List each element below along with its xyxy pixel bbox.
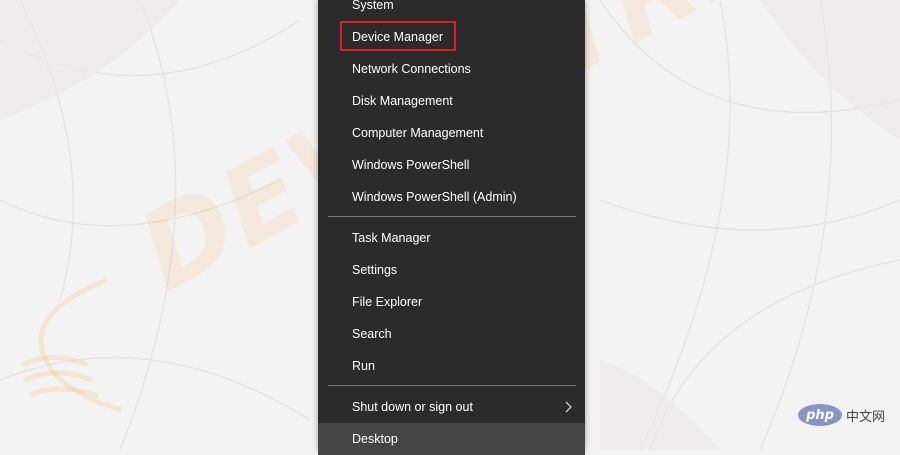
menu-item-label: Desktop <box>352 432 398 446</box>
menu-item-label: Settings <box>352 263 398 277</box>
menu-item-label: Search <box>352 327 392 341</box>
menu-item-label: Windows PowerShell (Admin) <box>352 190 517 204</box>
menu-item-label: Disk Management <box>352 94 453 108</box>
menu-item-system[interactable]: System <box>318 0 585 21</box>
menu-item-label: Computer Management <box>352 126 484 140</box>
php-site-text: 中文网 <box>846 409 886 425</box>
menu-item-label: Task Manager <box>352 231 431 245</box>
menu-separator <box>328 385 576 386</box>
menu-item-label: Network Connections <box>352 62 471 76</box>
menu-item-file-explorer[interactable]: File Explorer <box>318 286 585 318</box>
menu-item-settings[interactable]: Settings <box>318 254 585 286</box>
menu-item-shut-down-or-sign-out[interactable]: Shut down or sign out <box>318 391 585 423</box>
menu-item-label: Shut down or sign out <box>352 400 473 414</box>
menu-item-device-manager[interactable]: Device Manager <box>318 21 585 53</box>
php-cn-badge[interactable]: php 中文网 <box>798 402 893 428</box>
menu-item-search[interactable]: Search <box>318 318 585 350</box>
menu-item-label: System <box>352 0 394 12</box>
menu-item-windows-powershell-admin[interactable]: Windows PowerShell (Admin) <box>318 181 585 213</box>
menu-item-run[interactable]: Run <box>318 350 585 382</box>
watermark-globe-logo <box>20 277 123 413</box>
menu-item-desktop[interactable]: Desktop <box>318 423 585 455</box>
menu-item-disk-management[interactable]: Disk Management <box>318 85 585 117</box>
menu-item-task-manager[interactable]: Task Manager <box>318 222 585 254</box>
php-logo: php <box>798 404 842 426</box>
menu-item-label: Run <box>352 359 375 373</box>
winx-context-menu: System Device Manager Network Connection… <box>318 0 585 455</box>
chevron-right-icon <box>565 401 572 413</box>
menu-item-label: File Explorer <box>352 295 423 309</box>
menu-item-label: Device Manager <box>352 30 444 44</box>
menu-item-computer-management[interactable]: Computer Management <box>318 117 585 149</box>
menu-item-network-connections[interactable]: Network Connections <box>318 53 585 85</box>
menu-separator <box>328 216 576 217</box>
menu-item-windows-powershell[interactable]: Windows PowerShell <box>318 149 585 181</box>
menu-item-label: Windows PowerShell <box>352 158 470 172</box>
